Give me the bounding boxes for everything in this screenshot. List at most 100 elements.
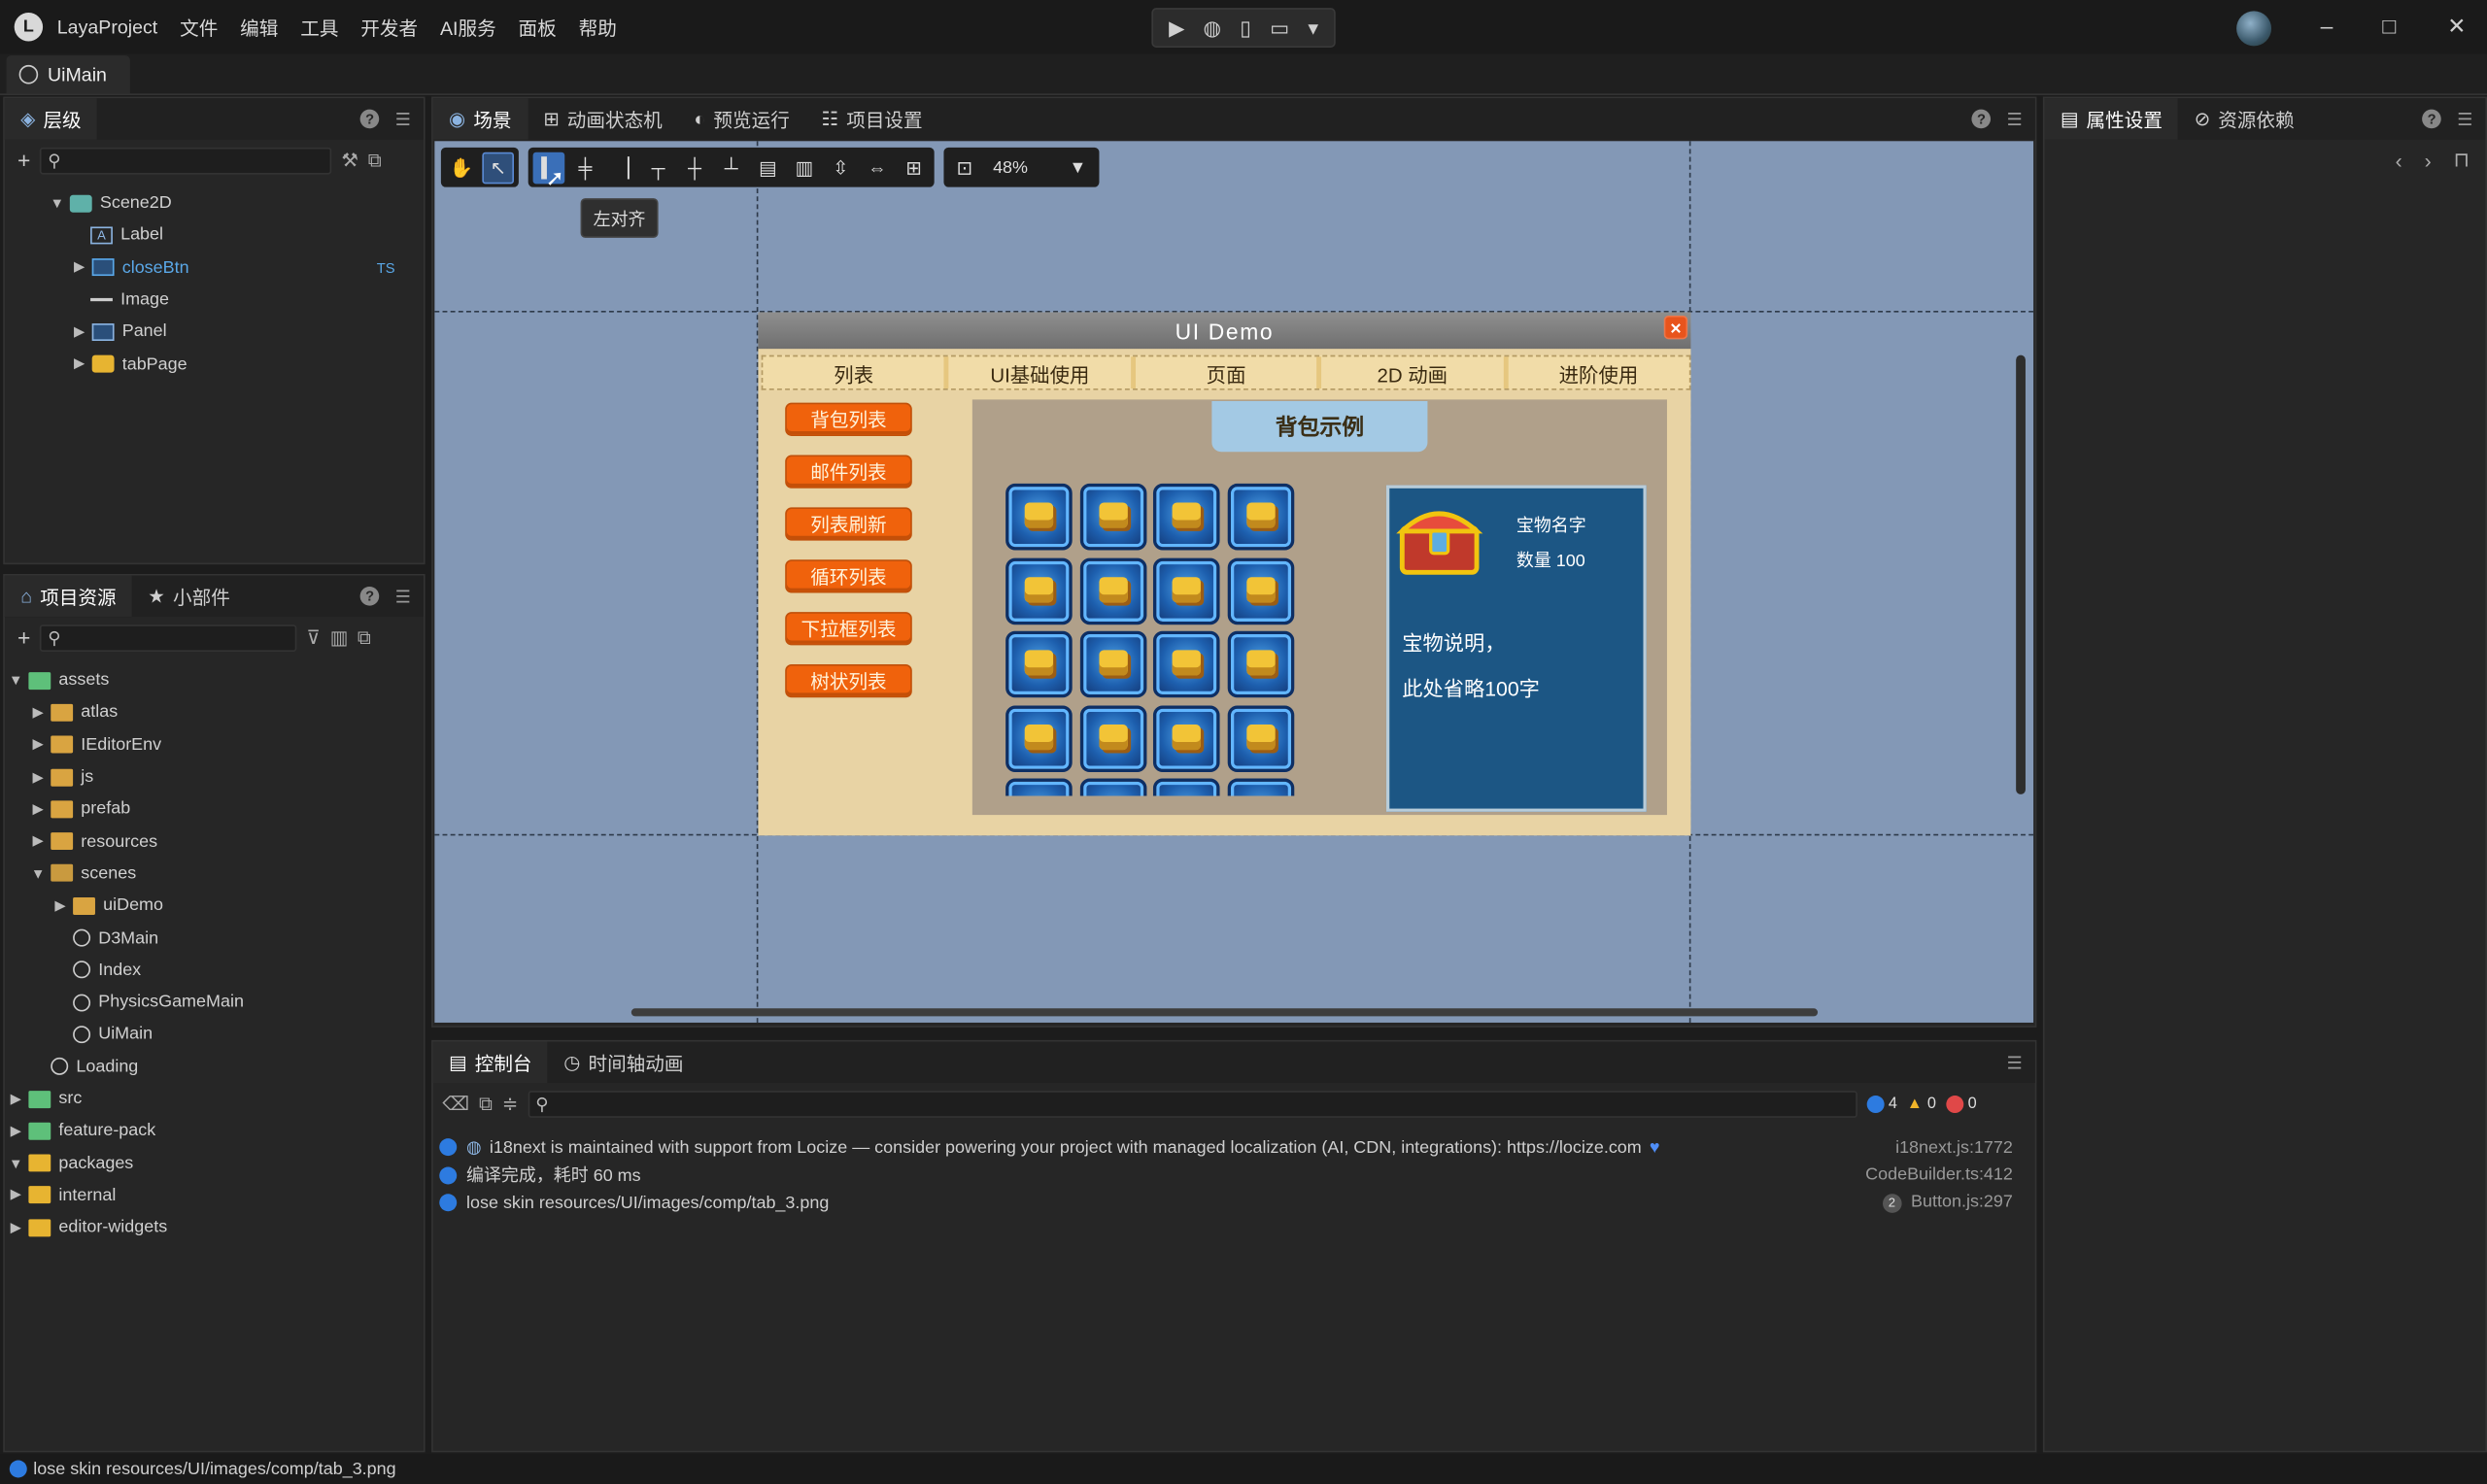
collapse-arrow-icon[interactable]: ▶ <box>8 1122 23 1139</box>
menu-developer[interactable]: 开发者 <box>360 14 418 41</box>
asset-scene[interactable]: Loading <box>5 1051 424 1083</box>
phone-icon[interactable]: ▯ <box>1240 16 1251 41</box>
copy-icon[interactable]: ⧉ <box>479 1092 493 1115</box>
monitor-icon[interactable]: ▭ <box>1270 16 1289 41</box>
close-window-button[interactable]: ✕ <box>2447 13 2466 40</box>
user-avatar[interactable] <box>2236 11 2272 47</box>
collapse-arrow-icon[interactable]: ▶ <box>8 1219 23 1236</box>
asset-folder[interactable]: ▶ IEditorEnv <box>5 728 424 760</box>
expand-arrow-icon[interactable]: ▼ <box>30 865 46 881</box>
asset-folder[interactable]: ▶ src <box>5 1083 424 1115</box>
dropdown-icon[interactable]: ▾ <box>1308 16 1318 41</box>
asset-folder[interactable]: ▼ assets <box>5 664 424 696</box>
log-row[interactable]: ◍ i18next is maintained with support fro… <box>433 1133 2035 1162</box>
tab-project-assets[interactable]: ⌂ 项目资源 <box>4 575 132 618</box>
menu-icon[interactable]: ☰ <box>2457 109 2472 129</box>
distribute-h-icon[interactable]: ▤ <box>752 152 784 184</box>
help-icon[interactable]: ? <box>359 109 380 129</box>
console-search-input[interactable]: ⚲ <box>528 1090 1857 1118</box>
collapse-arrow-icon[interactable]: ▶ <box>71 355 86 373</box>
align-bottom-icon[interactable]: ┴ <box>715 152 747 184</box>
minimize-button[interactable]: – <box>2321 13 2334 38</box>
zoom-level[interactable]: 48% <box>993 157 1056 177</box>
vertical-scrollbar[interactable] <box>2016 354 2026 794</box>
asset-scene[interactable]: PhysicsGameMain <box>5 986 424 1018</box>
help-icon[interactable]: ? <box>1971 109 1992 129</box>
tree-node-panel[interactable]: ▶ Panel <box>5 316 424 348</box>
asset-folder[interactable]: ▶ prefab <box>5 793 424 826</box>
align-right-icon[interactable]: ▕ <box>606 152 638 184</box>
close-icon[interactable]: × <box>1663 315 1688 340</box>
log-row[interactable]: 编译完成，耗时 60 ms CodeBuilder.ts:412 <box>433 1162 2035 1190</box>
log-source[interactable]: i18next.js:1772 <box>1895 1138 2013 1158</box>
project-name[interactable]: LayaProject <box>57 16 157 38</box>
align-middle-v-icon[interactable]: ┼ <box>679 152 711 184</box>
collapse-arrow-icon[interactable]: ▶ <box>30 768 46 786</box>
collapse-arrow-icon[interactable]: ▶ <box>71 323 86 341</box>
asset-scene[interactable]: UiMain <box>5 1018 424 1050</box>
assets-search-input[interactable]: ⚲ <box>40 624 297 652</box>
tree-node-scene2d[interactable]: ▼ Scene2D <box>5 187 424 219</box>
bag-item-cell[interactable] <box>1152 778 1220 796</box>
copy-icon[interactable]: ⧉ <box>368 149 382 172</box>
tab-project-settings[interactable]: ☷ 项目设置 <box>805 98 938 139</box>
bag-item-cell[interactable] <box>1152 630 1220 698</box>
screen-fit-icon[interactable]: ⊡ <box>948 152 980 184</box>
demo-tab-2d-animation[interactable]: 2D 动画 <box>1321 356 1509 388</box>
asset-folder[interactable]: ▶ internal <box>5 1179 424 1211</box>
wrench-icon[interactable]: ⚒ <box>341 149 358 171</box>
loop-list-button[interactable]: 循环列表 <box>785 559 912 593</box>
menu-ai-service[interactable]: AI服务 <box>440 14 496 41</box>
tab-properties[interactable]: ▤ 属性设置 <box>2044 98 2179 140</box>
collapse-arrow-icon[interactable]: ▶ <box>8 1090 23 1107</box>
tab-preview-run[interactable]: ◐ 预览运行 <box>678 98 805 139</box>
bag-item-cell[interactable] <box>1079 556 1146 624</box>
hand-tool-icon[interactable]: ✋ <box>446 152 478 184</box>
asset-folder[interactable]: ▶ editor-widgets <box>5 1211 424 1243</box>
tab-uimain[interactable]: UiMain <box>6 55 130 94</box>
menu-edit[interactable]: 编辑 <box>240 14 278 41</box>
tab-scene[interactable]: ◉ 场景 <box>432 98 528 140</box>
horizontal-scrollbar[interactable] <box>630 1008 1819 1017</box>
bag-item-cell[interactable] <box>1079 704 1146 772</box>
same-width-icon[interactable]: ⇔ <box>862 152 894 184</box>
collapse-arrow-icon[interactable]: ▶ <box>30 736 46 754</box>
mail-list-button[interactable]: 邮件列表 <box>785 455 912 489</box>
bag-item-cell[interactable] <box>1005 483 1073 551</box>
demo-tab-advanced[interactable]: 进阶使用 <box>1508 356 1689 388</box>
bag-item-cell[interactable] <box>1226 704 1294 772</box>
demo-tab-page[interactable]: 页面 <box>1136 356 1322 388</box>
asset-folder[interactable]: ▼ packages <box>5 1147 424 1179</box>
clear-icon[interactable]: ⌫ <box>443 1093 470 1115</box>
bag-item-cell[interactable] <box>1079 778 1146 796</box>
menu-icon[interactable]: ☰ <box>2007 109 2023 129</box>
tab-asset-dependencies[interactable]: ⊘ 资源依赖 <box>2178 98 2310 139</box>
tab-widgets[interactable]: ★ 小部件 <box>132 576 246 617</box>
menu-file[interactable]: 文件 <box>180 14 218 41</box>
menu-tools[interactable]: 工具 <box>300 14 338 41</box>
asset-folder[interactable]: ▶ resources <box>5 826 424 858</box>
globe-icon[interactable]: ◍ <box>1204 16 1222 41</box>
tree-node-label[interactable]: A Label <box>5 219 424 252</box>
help-icon[interactable]: ? <box>359 587 380 606</box>
asset-folder[interactable]: ▶ atlas <box>5 696 424 728</box>
align-top-icon[interactable]: ┬ <box>642 152 674 184</box>
expand-arrow-icon[interactable]: ▼ <box>8 1155 23 1170</box>
same-height-icon[interactable]: ⇳ <box>825 152 857 184</box>
tab-hierarchy[interactable]: ◈ 层级 <box>4 98 98 140</box>
lock-icon[interactable]: ⊓ <box>2454 148 2470 173</box>
log-source[interactable]: CodeBuilder.ts:412 <box>1865 1165 2013 1185</box>
menu-panel[interactable]: 面板 <box>519 14 557 41</box>
hierarchy-search-input[interactable]: ⚲ <box>40 147 332 174</box>
demo-tab-list[interactable]: 列表 <box>763 356 950 388</box>
maximize-button[interactable]: □ <box>2382 13 2396 38</box>
bag-item-cell[interactable] <box>1226 556 1294 624</box>
bag-item-cell[interactable] <box>1152 704 1220 772</box>
demo-tab-ui-basics[interactable]: UI基础使用 <box>949 356 1136 388</box>
bag-item-cell[interactable] <box>1079 630 1146 698</box>
menu-icon[interactable]: ☰ <box>395 109 411 129</box>
select-tool-icon[interactable]: ↖ <box>482 151 514 184</box>
bag-item-cell[interactable] <box>1226 778 1294 796</box>
distribute-v-icon[interactable]: ▥ <box>788 152 820 184</box>
add-icon[interactable]: + <box>17 624 30 650</box>
